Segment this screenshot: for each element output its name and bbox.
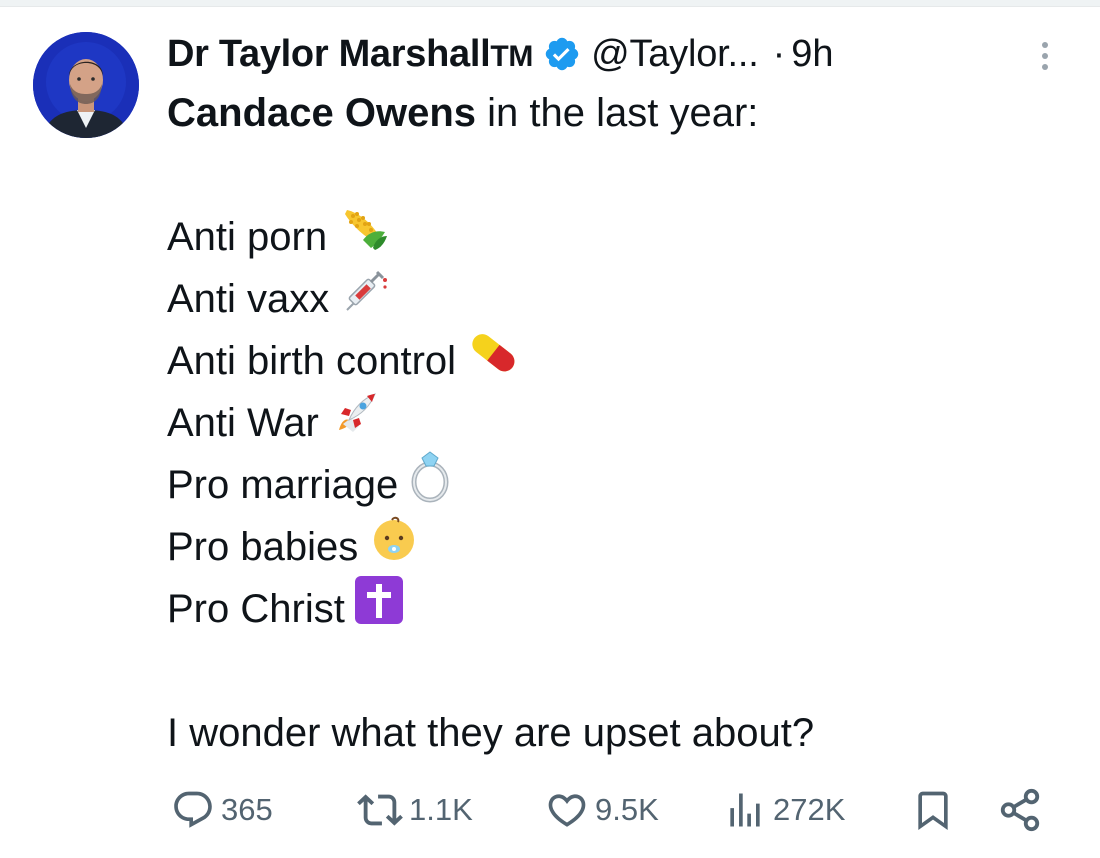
meta-separator: ·: [772, 32, 786, 75]
list-item-label: Anti porn: [167, 215, 328, 259]
tweet-header: Dr Taylor MarshallTM @Taylor... · 9h: [167, 28, 834, 80]
views-button[interactable]: 272K: [723, 782, 845, 838]
list-item: Anti vaxx: [167, 268, 1067, 330]
ring-icon: [408, 448, 456, 522]
reply-button[interactable]: 365: [171, 782, 273, 838]
list-item-label: Anti birth control: [167, 339, 457, 383]
reply-icon: [171, 788, 215, 832]
tweet-closing-line: I wonder what they are upset about?: [167, 711, 815, 755]
bookmark-icon: [911, 788, 955, 832]
list-item-label: Anti War: [167, 401, 319, 445]
tweet-action-bar: 365 1.1K 9.5K 272K: [167, 782, 1047, 838]
more-vertical-icon[interactable]: [1030, 36, 1060, 76]
list-item: Anti porn: [167, 206, 1067, 268]
list-item: Pro babies: [167, 516, 1067, 578]
views-count: 272K: [773, 792, 846, 827]
list-item: Pro marriage: [167, 451, 1067, 516]
repost-icon: [357, 787, 403, 833]
like-count: 9.5K: [595, 792, 659, 827]
author-handle[interactable]: @Taylor...: [591, 33, 759, 76]
author-name[interactable]: Dr Taylor MarshallTM: [167, 33, 533, 76]
repost-button[interactable]: 1.1K: [357, 782, 473, 838]
like-button[interactable]: 9.5K: [545, 782, 659, 838]
author-name-suffix: TM: [490, 39, 534, 73]
list-item-label: Pro babies: [167, 525, 359, 569]
list-item-label: Anti vaxx: [167, 277, 330, 321]
reply-count: 365: [221, 792, 273, 827]
list-item: Anti War: [167, 392, 1067, 454]
corn-icon: [337, 202, 389, 272]
first-line-rest: in the last year:: [476, 91, 759, 135]
repost-count: 1.1K: [409, 792, 473, 827]
list-item: Pro Christ: [167, 576, 1067, 640]
pill-icon: [466, 326, 522, 396]
list-item-label: Pro Christ: [167, 587, 345, 631]
tweet-first-line: Candace Owens in the last year:: [167, 82, 1067, 144]
heart-icon: [545, 788, 589, 832]
list-item-label: Pro marriage: [167, 463, 399, 507]
syringe-icon: [339, 264, 391, 334]
tweet-timestamp[interactable]: 9h: [791, 33, 833, 76]
share-icon: [997, 787, 1043, 833]
views-chart-icon: [723, 788, 767, 832]
share-button[interactable]: [997, 782, 1043, 838]
mentioned-person: Candace Owens: [167, 91, 477, 135]
rocket-icon: [329, 388, 381, 458]
bookmark-button[interactable]: [911, 782, 955, 838]
list-item: Anti birth control: [167, 330, 1067, 392]
verified-badge-icon: [543, 35, 581, 73]
baby-icon: [368, 512, 420, 582]
latin-cross-icon: [353, 574, 405, 644]
avatar[interactable]: [33, 32, 139, 138]
tweet-text: Candace Owens in the last year: Anti por…: [167, 82, 1067, 764]
top-divider: [0, 0, 1100, 7]
